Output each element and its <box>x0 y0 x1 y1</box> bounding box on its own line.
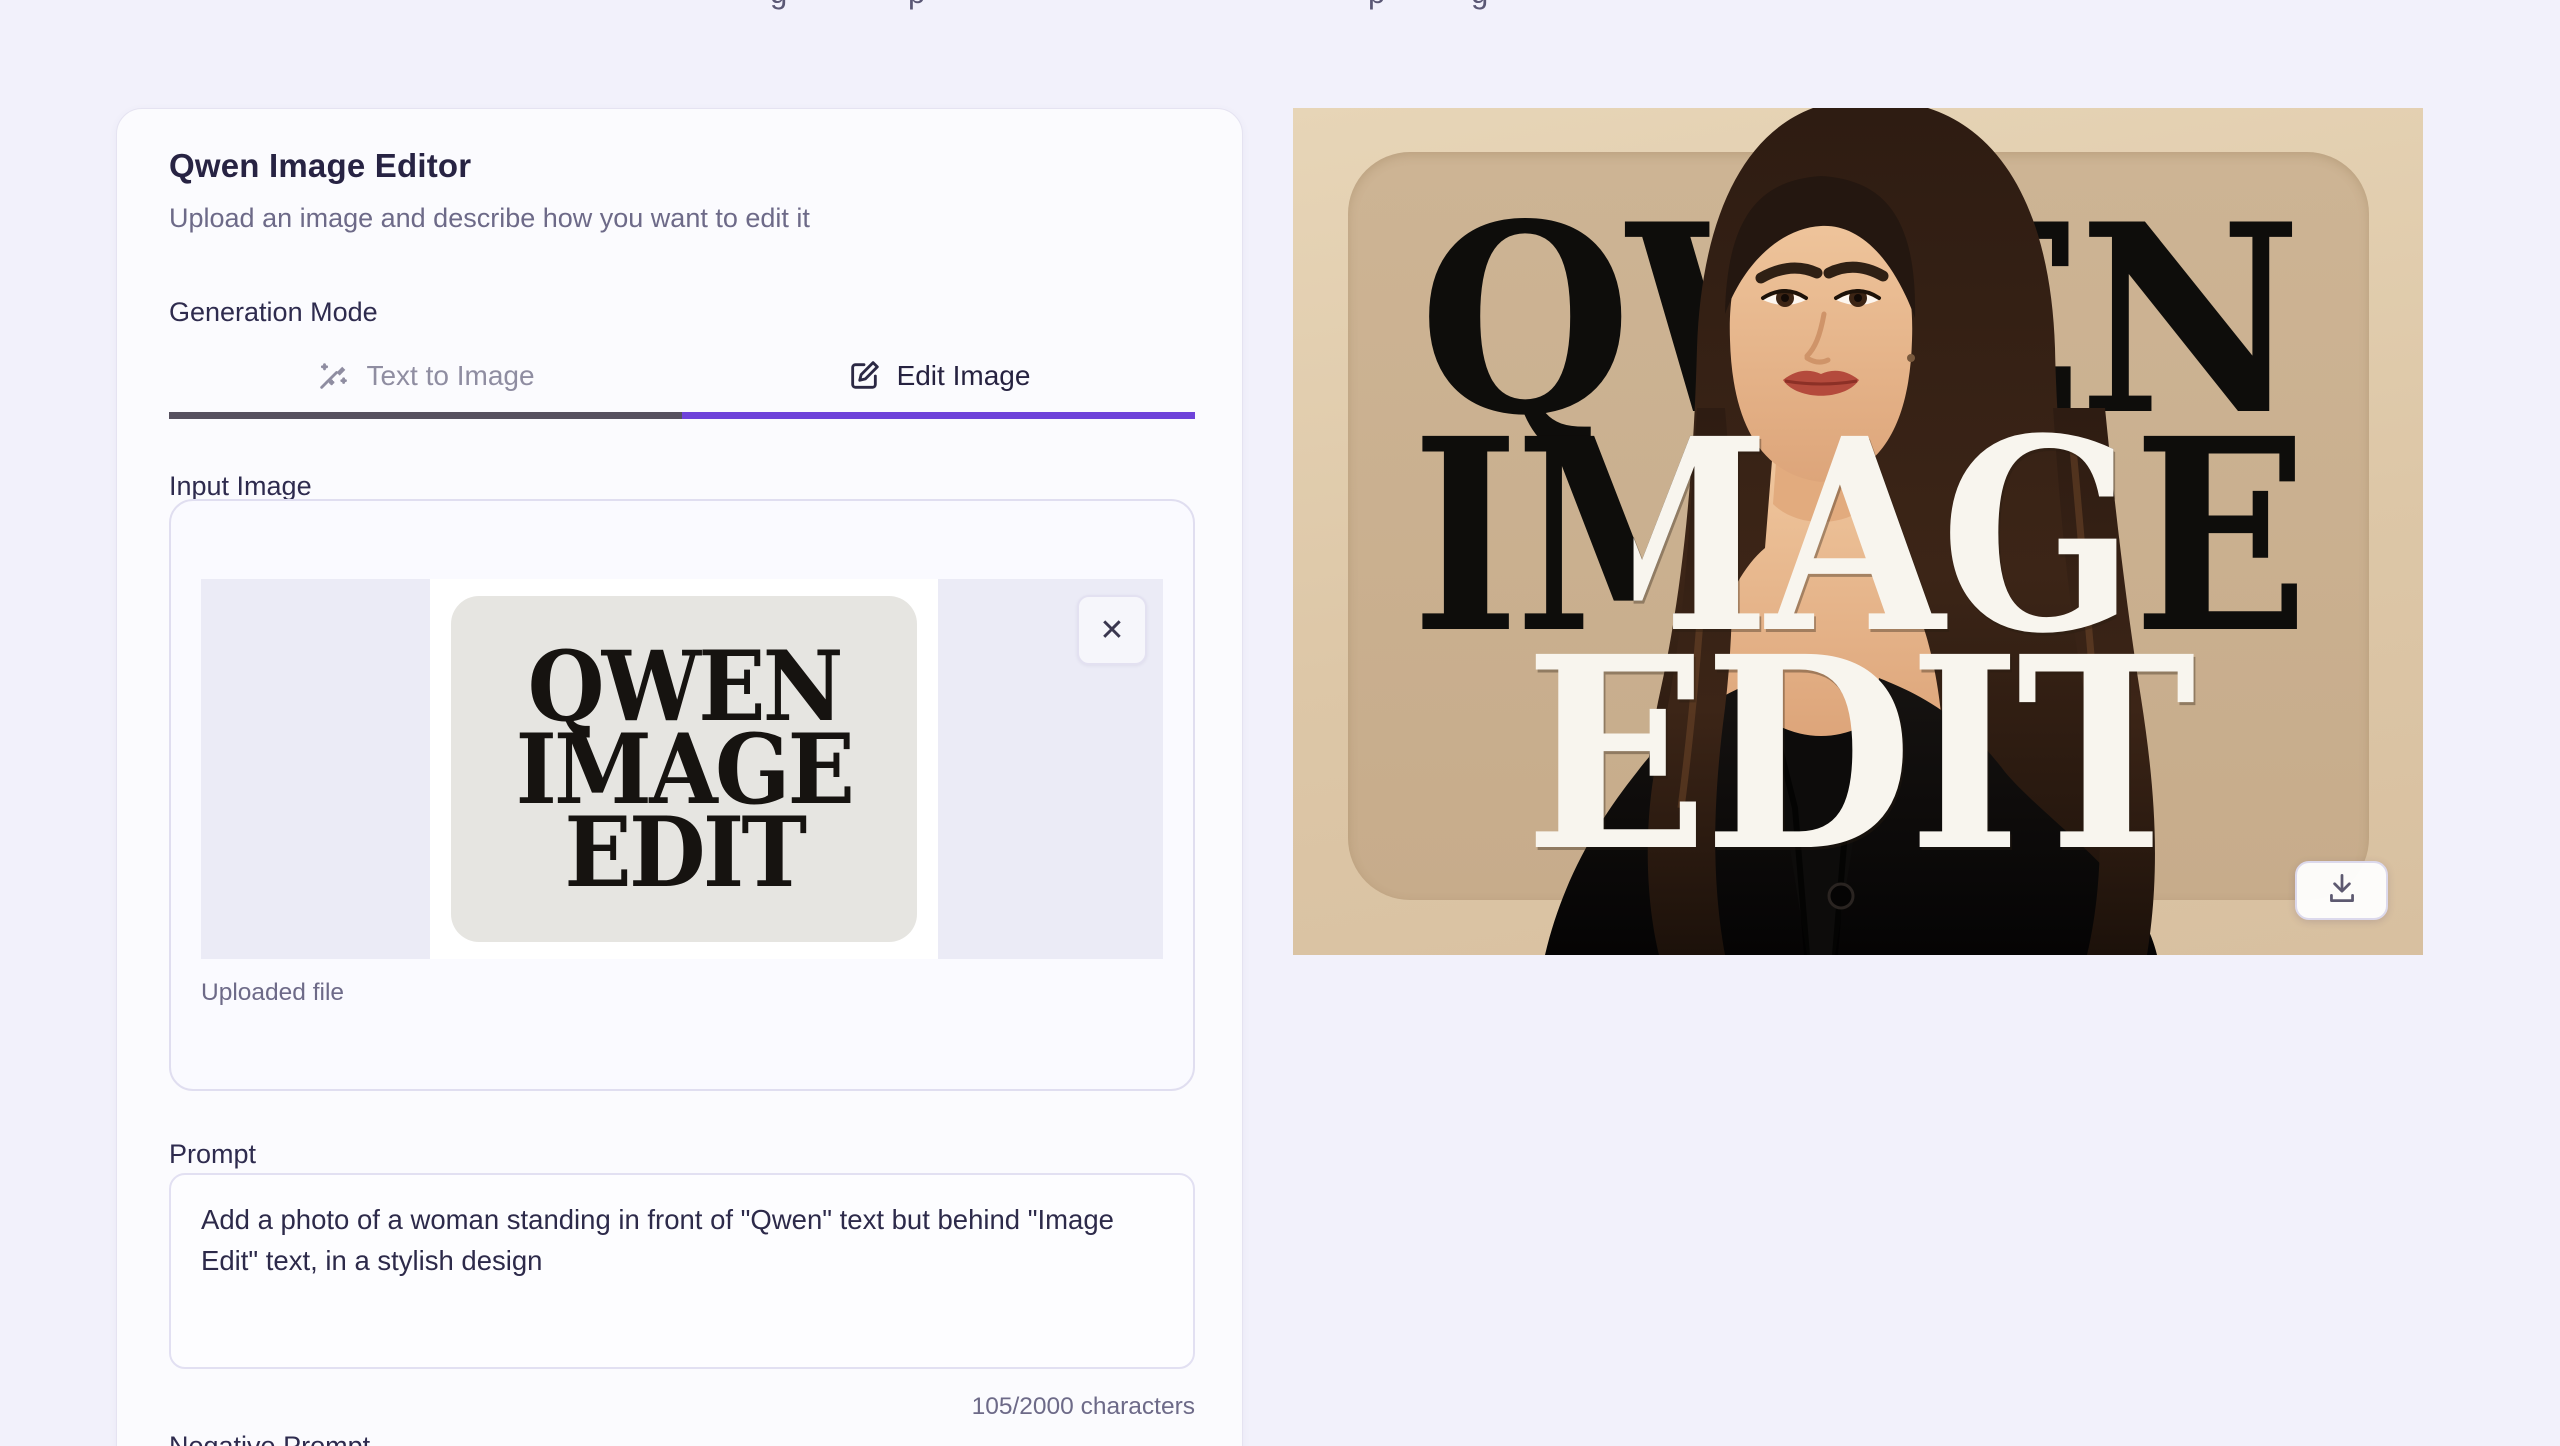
page-title: Qwen Image Editor <box>169 147 472 184</box>
uploaded-image-thumbnail: QWEN IMAGE EDIT <box>451 596 917 942</box>
clipped-glyph: p <box>908 0 925 11</box>
preview-image-area: QWEN IMAGE EDIT <box>430 579 938 959</box>
magic-wand-icon <box>316 359 350 393</box>
overlay-text-edit: EDIT <box>1524 599 2196 910</box>
prompt-input[interactable]: Add a photo of a woman standing in front… <box>169 1173 1195 1369</box>
generation-mode-label: Generation Mode <box>169 297 378 327</box>
app-root: g p p g Qwen Image Editor Upload an imag… <box>0 0 2560 1446</box>
earring <box>1907 354 1915 362</box>
clipped-glyph: g <box>770 0 787 11</box>
thumb-line-edit: EDIT <box>564 795 807 909</box>
tab-text-to-image[interactable]: Text to Image <box>169 339 682 419</box>
character-counter: 105/2000 characters <box>971 1393 1195 1420</box>
download-button[interactable] <box>2295 861 2388 920</box>
page-subtitle: Upload an image and describe how you wan… <box>169 203 810 233</box>
edit-square-icon <box>847 359 881 393</box>
close-icon: ✕ <box>1099 613 1125 647</box>
clipped-glyph: g <box>1471 0 1488 11</box>
input-image-label: Input Image <box>169 471 312 501</box>
remove-image-button[interactable]: ✕ <box>1077 595 1147 665</box>
uploaded-image-preview: QWEN IMAGE EDIT ✕ <box>201 579 1163 959</box>
generated-image: QWEN IMAGE <box>1293 108 2423 955</box>
download-icon <box>2323 869 2361 912</box>
generation-mode-tabs: Text to Image Edit Image <box>169 339 1195 419</box>
uploaded-file-caption: Uploaded file <box>201 979 345 1006</box>
preview-padding-left <box>201 579 430 959</box>
prompt-label: Prompt <box>169 1139 257 1169</box>
tab-label: Text to Image <box>366 359 535 391</box>
negative-prompt-label: Negative Prompt <box>169 1431 371 1446</box>
image-upload-dropzone[interactable]: QWEN IMAGE EDIT ✕ Uploaded file <box>169 499 1195 1091</box>
tab-label: Edit Image <box>896 359 1031 391</box>
tab-edit-image[interactable]: Edit Image <box>682 339 1195 419</box>
preview-padding-right: ✕ <box>938 579 1163 959</box>
clipped-glyph: p <box>1368 0 1385 11</box>
editor-card: Qwen Image Editor Upload an image and de… <box>116 108 1243 1446</box>
